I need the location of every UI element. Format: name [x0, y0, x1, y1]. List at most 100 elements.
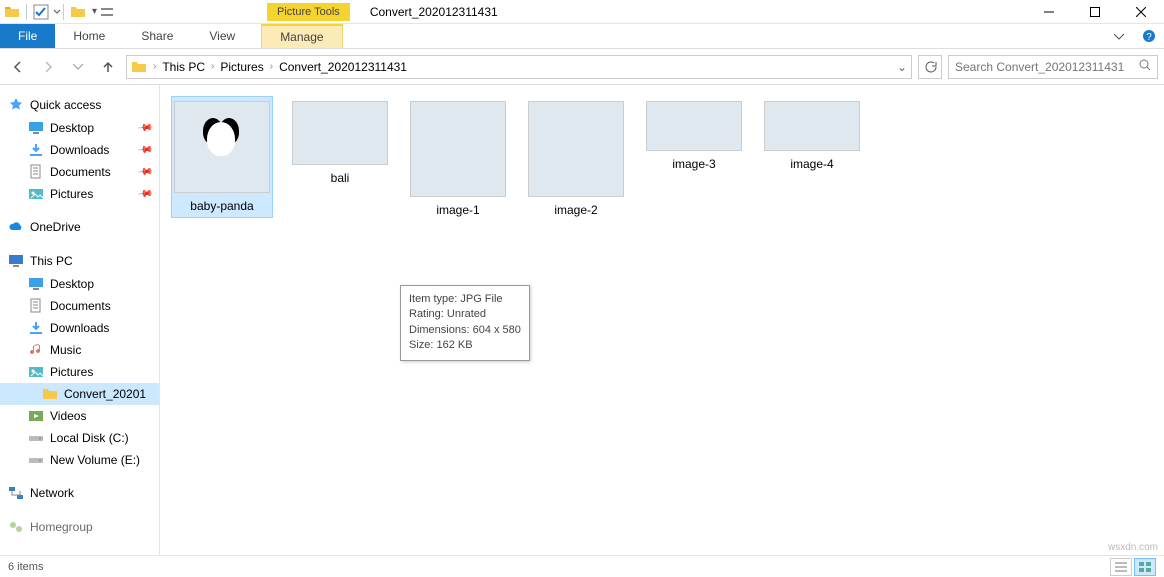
sidebar-item[interactable]: Downloads 📌 [0, 139, 159, 161]
sidebar-item-label: Pictures [50, 365, 93, 379]
music-icon [28, 342, 44, 358]
search-icon[interactable] [1139, 59, 1151, 74]
file-item[interactable]: image-1 [408, 97, 508, 221]
file-thumbnail [764, 101, 860, 151]
sidebar-item[interactable]: Desktop📌 [0, 117, 159, 139]
videos-icon [28, 408, 44, 424]
cloud-icon [8, 219, 24, 235]
sidebar-item[interactable]: Convert_20201 [0, 383, 159, 405]
watermark: wsxdn.com [1108, 542, 1158, 553]
file-name: baby-panda [190, 199, 253, 213]
sidebar-item-label: Desktop [50, 277, 94, 291]
sidebar-item[interactable]: Music [0, 339, 159, 361]
sidebar-item-label: Downloads [50, 143, 109, 157]
sidebar-item[interactable]: Videos [0, 405, 159, 427]
tab-home[interactable]: Home [55, 24, 123, 48]
monitor-icon [8, 253, 24, 269]
documents-icon [28, 298, 44, 314]
thumbnails-view-button[interactable] [1134, 558, 1156, 576]
tab-share[interactable]: Share [123, 24, 191, 48]
ribbon-expand-button[interactable] [1104, 24, 1134, 48]
documents-icon [28, 164, 44, 180]
contextual-tab-label: Picture Tools [267, 3, 350, 21]
sidebar-item-label: New Volume (E:) [50, 453, 140, 467]
desktop-icon [28, 276, 44, 292]
pictures-icon [28, 364, 44, 380]
sidebar-item-label: Desktop [50, 121, 94, 135]
homegroup-icon [8, 519, 24, 535]
sidebar-quick-access[interactable]: Quick access [0, 93, 159, 117]
downloads-icon [28, 320, 44, 336]
sidebar-item[interactable]: Local Disk (C:) [0, 427, 159, 449]
title-bar: ▾ Picture Tools Convert_202012311431 [0, 0, 1164, 24]
folder-icon [70, 4, 86, 20]
checkbox-icon[interactable] [33, 4, 49, 20]
file-list-pane[interactable]: baby-panda bali image-1 image-2 image-3 image… [160, 85, 1164, 555]
file-name: image-1 [436, 203, 479, 217]
sidebar-this-pc[interactable]: This PC [0, 249, 159, 273]
pin-icon: 📌 [136, 164, 153, 180]
sidebar-item[interactable]: Documents 📌 [0, 161, 159, 183]
sidebar-item-label: Convert_20201 [64, 387, 146, 401]
maximize-button[interactable] [1072, 0, 1118, 24]
file-tooltip: Item type: JPG File Rating: Unrated Dime… [400, 285, 530, 361]
up-button[interactable] [96, 55, 120, 79]
breadcrumb-bar[interactable]: › This PC› Pictures› Convert_20201231143… [126, 55, 912, 79]
file-thumbnail [174, 101, 270, 193]
help-button[interactable]: ? [1134, 24, 1164, 48]
breadcrumb-item[interactable]: Pictures [216, 60, 267, 74]
sidebar-item-label: Downloads [50, 321, 109, 335]
folder-icon [131, 59, 147, 75]
sidebar-item-label: Documents [50, 299, 111, 313]
status-bar: 6 items [0, 555, 1164, 577]
file-item[interactable]: image-2 [526, 97, 626, 221]
window-title: Convert_202012311431 [370, 5, 498, 19]
sidebar-item[interactable]: Desktop [0, 273, 159, 295]
downloads-icon [28, 142, 44, 158]
file-thumbnail [410, 101, 506, 197]
sidebar-item[interactable]: Downloads [0, 317, 159, 339]
sidebar-item[interactable]: Pictures [0, 361, 159, 383]
sidebar-item[interactable]: New Volume (E:) [0, 449, 159, 471]
recent-locations-button[interactable] [66, 55, 90, 79]
pin-icon: 📌 [136, 186, 153, 202]
sidebar-item-label: Documents [50, 165, 111, 179]
network-icon [8, 485, 24, 501]
file-thumbnail [646, 101, 742, 151]
sidebar-onedrive[interactable]: OneDrive [0, 215, 159, 239]
breadcrumb-item[interactable]: Convert_202012311431 [275, 60, 411, 74]
file-item[interactable]: baby-panda [172, 97, 272, 217]
forward-button[interactable] [36, 55, 60, 79]
drive-icon [28, 452, 44, 468]
drive-icon [28, 430, 44, 446]
breadcrumb-item[interactable]: This PC [158, 60, 209, 74]
refresh-button[interactable] [918, 55, 942, 79]
file-item[interactable]: bali [290, 97, 390, 189]
details-view-button[interactable] [1110, 558, 1132, 576]
star-icon [8, 97, 24, 113]
file-tab[interactable]: File [0, 24, 55, 48]
sidebar-item[interactable]: Documents [0, 295, 159, 317]
folder-icon [42, 386, 58, 402]
tab-manage[interactable]: Manage [261, 24, 342, 48]
tab-view[interactable]: View [191, 24, 253, 48]
back-button[interactable] [6, 55, 30, 79]
sidebar-homegroup[interactable]: Homegroup [0, 515, 159, 539]
ribbon: File Home Share View Manage ? [0, 24, 1164, 49]
status-item-count: 6 items [8, 561, 43, 573]
address-dropdown-icon[interactable]: ⌄ [897, 60, 907, 74]
file-name: image-3 [672, 157, 715, 171]
file-item[interactable]: image-4 [762, 97, 862, 175]
search-input[interactable] [955, 60, 1139, 74]
qat-dropdown-icon[interactable] [53, 4, 61, 20]
sidebar-item[interactable]: Pictures 📌 [0, 183, 159, 205]
pin-icon: 📌 [136, 142, 153, 158]
file-item[interactable]: image-3 [644, 97, 744, 175]
close-button[interactable] [1118, 0, 1164, 24]
minimize-button[interactable] [1026, 0, 1072, 24]
sidebar-item-label: Pictures [50, 187, 93, 201]
file-thumbnail [292, 101, 388, 165]
overflow-icon[interactable] [99, 4, 115, 20]
search-box[interactable] [948, 55, 1158, 79]
sidebar-network[interactable]: Network [0, 481, 159, 505]
